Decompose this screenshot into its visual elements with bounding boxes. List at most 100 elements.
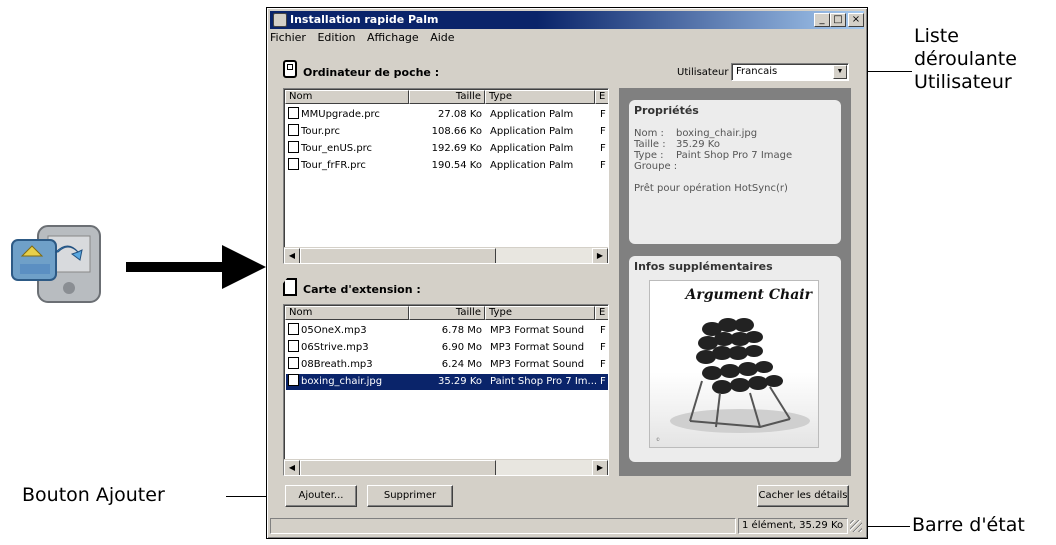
callout-liste-line1: Liste — [914, 25, 959, 47]
scroll-thumb[interactable] — [300, 248, 496, 263]
file-icon — [288, 107, 299, 119]
palm-quick-install-icon — [8, 222, 104, 304]
scroll-left-icon[interactable]: ◀ — [284, 248, 300, 263]
file-type: Application Palm — [490, 160, 574, 171]
file-size: 192.69 Ko — [431, 143, 482, 154]
scroll-left-icon[interactable]: ◀ — [284, 460, 300, 475]
horizontal-scrollbar[interactable]: ◀ ▶ — [284, 459, 608, 475]
sd-card-icon — [283, 278, 297, 296]
file-size: 6.90 Mo — [441, 342, 482, 353]
resize-grip-icon[interactable] — [850, 520, 862, 532]
card-file-list[interactable]: Nom Taille Type E 05OneX.mp3 6.78 Mo MP3… — [283, 304, 609, 476]
col-header-taille[interactable]: Taille — [409, 90, 485, 104]
file-type: Paint Shop Pro 7 Im... — [490, 376, 598, 387]
file-name: boxing_chair.jpg — [301, 376, 383, 387]
file-name: Tour_enUS.prc — [301, 143, 373, 154]
file-extra: F — [600, 143, 606, 154]
file-icon — [288, 124, 299, 136]
file-name: Tour_frFR.prc — [301, 160, 366, 171]
hotsync-status: Prêt pour opération HotSync(r) — [634, 183, 788, 194]
list-item[interactable]: Tour_enUS.prc 192.69 Ko Application Palm… — [286, 141, 608, 157]
handheld-label: Ordinateur de poche : — [303, 66, 440, 79]
file-type: Application Palm — [490, 143, 574, 154]
file-icon — [288, 141, 299, 153]
window-title: Installation rapide Palm — [290, 13, 439, 26]
remove-button[interactable]: Supprimer — [367, 485, 453, 507]
user-dropdown[interactable]: Francais ▼ — [731, 63, 849, 81]
minimize-button[interactable]: _ — [814, 13, 830, 27]
file-size: 6.24 Mo — [441, 359, 482, 370]
col-header-nom[interactable]: Nom — [285, 90, 409, 104]
file-name: 06Strive.mp3 — [301, 342, 369, 353]
arrow-right-icon — [126, 245, 266, 294]
extra-info-title: Infos supplémentaires — [634, 260, 773, 273]
file-extra: F — [600, 342, 606, 353]
file-type: Application Palm — [490, 126, 574, 137]
menu-fichier[interactable]: Fichier — [270, 31, 306, 44]
list-item[interactable]: Tour_frFR.prc 190.54 Ko Application Palm… — [286, 158, 608, 174]
prop-nom-value: boxing_chair.jpg — [676, 128, 758, 139]
col-header-type[interactable]: Type — [485, 306, 595, 320]
file-extra: F — [600, 325, 606, 336]
horizontal-scrollbar[interactable]: ◀ ▶ — [284, 247, 608, 263]
menu-aide[interactable]: Aide — [430, 31, 454, 44]
details-panel: Propriétés Nom : boxing_chair.jpg Taille … — [619, 88, 851, 476]
file-type: MP3 Format Sound — [490, 342, 585, 353]
prop-nom-label: Nom : — [634, 128, 664, 139]
list-item[interactable]: 08Breath.mp3 6.24 Mo MP3 Format Sound F — [286, 357, 608, 373]
file-size: 27.08 Ko — [438, 109, 482, 120]
list-item-selected[interactable]: boxing_chair.jpg 35.29 Ko Paint Shop Pro… — [286, 374, 608, 390]
file-extra: F — [600, 359, 606, 370]
file-extra: F — [600, 160, 606, 171]
file-icon — [288, 158, 299, 170]
scroll-thumb[interactable] — [300, 460, 496, 475]
maximize-button[interactable]: □ — [830, 13, 846, 27]
title-bar[interactable]: Installation rapide Palm _ □ × — [270, 11, 864, 29]
prop-type-label: Type : — [634, 150, 664, 161]
add-button[interactable]: Ajouter... — [285, 485, 357, 507]
status-bar: 1 élément, 35.29 Ko — [270, 516, 864, 536]
file-name: 05OneX.mp3 — [301, 325, 367, 336]
menu-edition[interactable]: Edition — [317, 31, 355, 44]
list-item[interactable]: MMUpgrade.prc 27.08 Ko Application Palm … — [286, 107, 608, 123]
list-item[interactable]: 05OneX.mp3 6.78 Mo MP3 Format Sound F — [286, 323, 608, 339]
properties-title: Propriétés — [634, 104, 699, 117]
status-cell-empty — [270, 518, 736, 534]
hide-details-button[interactable]: Cacher les détails — [757, 485, 849, 507]
col-header-taille[interactable]: Taille — [409, 306, 485, 320]
chevron-down-icon[interactable]: ▼ — [833, 65, 847, 79]
col-header-extra[interactable]: E — [595, 306, 608, 320]
handheld-icon — [283, 60, 297, 78]
scroll-right-icon[interactable]: ▶ — [592, 248, 608, 263]
audio-file-icon — [288, 323, 299, 335]
col-header-nom[interactable]: Nom — [285, 306, 409, 320]
close-button[interactable]: × — [848, 13, 864, 27]
file-extra: F — [600, 109, 606, 120]
callout-bouton-ajouter: Bouton Ajouter — [22, 484, 165, 506]
callout-liste-line2: déroulante — [914, 48, 1017, 70]
callout-liste-line3: Utilisateur — [914, 71, 1012, 93]
list-item[interactable]: Tour.prc 108.66 Ko Application Palm F — [286, 124, 608, 140]
file-name: Tour.prc — [301, 126, 340, 137]
callout-liste-deroulante: Liste déroulante Utilisateur — [914, 25, 1054, 94]
extra-info-card: Infos supplémentaires Argument Chair © — [629, 256, 841, 462]
user-dropdown-value: Francais — [736, 66, 778, 77]
file-type: Application Palm — [490, 109, 574, 120]
prop-taille-value: 35.29 Ko — [676, 139, 720, 150]
app-icon[interactable] — [273, 13, 287, 27]
chair-preview-image: Argument Chair © — [649, 280, 819, 448]
menu-affichage[interactable]: Affichage — [367, 31, 419, 44]
scroll-right-icon[interactable]: ▶ — [592, 460, 608, 475]
properties-card: Propriétés Nom : boxing_chair.jpg Taille … — [629, 100, 841, 244]
menu-bar: Fichier Edition Affichage Aide — [270, 31, 463, 47]
file-type: MP3 Format Sound — [490, 325, 585, 336]
properties-list: Nom : boxing_chair.jpg Taille : 35.29 Ko T… — [634, 128, 839, 194]
col-header-extra[interactable]: E — [595, 90, 608, 104]
callout-barre-etat: Barre d'état — [912, 514, 1025, 536]
col-header-type[interactable]: Type — [485, 90, 595, 104]
file-extra: F — [600, 376, 606, 387]
list-item[interactable]: 06Strive.mp3 6.90 Mo MP3 Format Sound F — [286, 340, 608, 356]
handheld-file-list[interactable]: Nom Taille Type E MMUpgrade.prc 27.08 Ko… — [283, 88, 609, 264]
prop-groupe-label: Groupe : — [634, 161, 678, 172]
file-size: 35.29 Ko — [438, 376, 482, 387]
